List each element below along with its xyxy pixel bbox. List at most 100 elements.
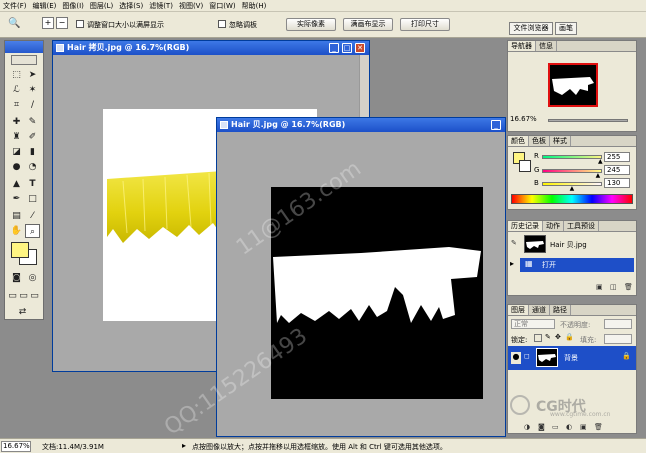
slider-b[interactable]: ▲ <box>542 182 602 192</box>
history-brush-icon[interactable]: ✐ <box>25 130 40 144</box>
tab-swatches[interactable]: 色板 <box>529 136 550 146</box>
minimize-button[interactable]: _ <box>491 120 501 130</box>
layer-mask-icon[interactable]: ◙ <box>538 423 545 431</box>
opacity-field[interactable] <box>604 319 632 329</box>
menu-select[interactable]: 选择(S) <box>116 1 146 11</box>
fit-on-screen-button[interactable]: 满画布显示 <box>343 18 393 31</box>
eraser-tool-icon[interactable]: ◪ <box>9 145 24 159</box>
history-state-marker-icon[interactable]: ▸ <box>510 259 514 268</box>
menu-file[interactable]: 文件(F) <box>0 1 30 11</box>
tab-paths[interactable]: 路径 <box>550 305 571 315</box>
slider-g-handle-icon[interactable]: ▲ <box>596 172 601 179</box>
status-arrow-icon[interactable]: ▸ <box>182 441 186 450</box>
lock-image-icon[interactable]: ✎ <box>545 333 551 341</box>
tab-tool-presets[interactable]: 工具预设 <box>564 221 599 231</box>
menu-help[interactable]: 帮助(H) <box>239 1 270 11</box>
dodge-tool-icon[interactable]: ◔ <box>25 160 40 174</box>
status-zoom-field[interactable]: 16.67% <box>1 441 31 452</box>
slider-r[interactable]: ▲ <box>542 155 603 165</box>
gradient-tool-icon[interactable]: ▮ <box>25 145 40 159</box>
blur-tool-icon[interactable]: ● <box>9 160 24 174</box>
history-state-row[interactable]: ▦ 打开 <box>520 258 634 272</box>
magic-wand-icon[interactable]: ✶ <box>25 83 40 97</box>
screen-mode-2-icon[interactable]: ▭ <box>18 289 29 303</box>
screen-mode-3-icon[interactable]: ▭ <box>29 289 40 303</box>
zoom-in-icon[interactable]: + <box>42 17 54 29</box>
adjustment-layer-icon[interactable]: ◐ <box>566 423 572 431</box>
navigator-thumbnail[interactable] <box>548 63 598 107</box>
navigator-zoom-value[interactable]: 16.67% <box>510 115 537 123</box>
quick-mask-icon[interactable]: ◎ <box>25 271 40 285</box>
tab-color[interactable]: 颜色 <box>508 136 529 146</box>
color-bg-swatch[interactable] <box>519 160 531 172</box>
actual-pixels-button[interactable]: 实际像素 <box>286 18 336 31</box>
brush-tool-icon[interactable]: ✎ <box>25 115 40 129</box>
file-browser-tab[interactable]: 文件浏览器 <box>509 22 553 35</box>
value-r[interactable]: 255 <box>604 152 630 162</box>
lock-position-icon[interactable]: ✥ <box>555 333 561 341</box>
zoom-tool-box-icon[interactable]: ⌕ <box>25 224 40 238</box>
menu-image[interactable]: 图像(I) <box>59 1 87 11</box>
healing-brush-icon[interactable]: ✚ <box>9 115 24 129</box>
snapshot-name[interactable]: Hair 贝.jpg <box>550 240 587 250</box>
value-g[interactable]: 245 <box>604 165 630 175</box>
menu-layer[interactable]: 图层(L) <box>87 1 116 11</box>
new-snapshot-icon[interactable]: ◫ <box>610 283 617 291</box>
type-tool-icon[interactable]: T <box>25 177 40 191</box>
marquee-tool-icon[interactable]: ⬚ <box>9 68 24 82</box>
blend-mode-select[interactable]: 正常 <box>511 319 555 329</box>
imageready-jump-icon[interactable]: ⇄ <box>15 305 30 319</box>
tab-info[interactable]: 信息 <box>536 41 557 51</box>
new-document-icon[interactable]: ▣ <box>596 283 603 291</box>
layer-link-icon[interactable]: ◻ <box>524 352 530 360</box>
zoom-tool-icon[interactable]: 🔍 <box>8 18 20 29</box>
tab-styles[interactable]: 样式 <box>550 136 571 146</box>
brushes-tab[interactable]: 画笔 <box>555 22 577 35</box>
crop-tool-icon[interactable]: ⌗ <box>9 98 24 112</box>
screen-mode-1-icon[interactable]: ▭ <box>7 289 18 303</box>
layer-row-background[interactable]: ● ◻ 背景 🔒 <box>508 346 636 370</box>
delete-state-icon[interactable]: 🗑 <box>624 283 633 291</box>
lasso-tool-icon[interactable]: ℒ <box>9 83 24 97</box>
standard-mode-icon[interactable]: ◙ <box>9 271 24 285</box>
value-b[interactable]: 130 <box>604 178 630 188</box>
canvas-hair-mask[interactable] <box>271 187 483 399</box>
ignore-palettes-checkbox[interactable] <box>218 20 226 28</box>
minimize-button[interactable]: _ <box>329 43 339 53</box>
layer-set-icon[interactable]: ▭ <box>552 423 559 431</box>
menu-filter[interactable]: 滤镜(T) <box>146 1 176 11</box>
menu-edit[interactable]: 编辑(E) <box>30 1 60 11</box>
visibility-eye-icon[interactable]: ● <box>511 352 521 364</box>
foreground-color-swatch[interactable] <box>11 242 29 258</box>
new-layer-icon[interactable]: ▣ <box>580 423 587 431</box>
document-title-bar[interactable]: Hair 贝.jpg @ 16.7%(RGB) <box>217 118 505 132</box>
fill-field[interactable] <box>604 334 632 344</box>
navigator-zoom-slider[interactable] <box>548 119 628 122</box>
color-ramp[interactable] <box>511 194 633 204</box>
tab-navigator[interactable]: 导航器 <box>508 41 536 51</box>
maximize-button[interactable]: □ <box>342 43 352 53</box>
layer-style-icon[interactable]: ◑ <box>524 423 530 431</box>
delete-layer-icon[interactable]: 🗑 <box>594 423 603 431</box>
tab-history[interactable]: 历史记录 <box>508 221 543 231</box>
menu-window[interactable]: 窗口(W) <box>206 1 238 11</box>
document-title-bar[interactable]: Hair 拷贝.jpg @ 16.7%(RGB) <box>53 41 369 55</box>
slider-r-handle-icon[interactable]: ▲ <box>598 158 603 165</box>
clone-stamp-icon[interactable]: ♜ <box>9 130 24 144</box>
shape-tool-icon[interactable]: □ <box>25 192 40 206</box>
tab-actions[interactable]: 动作 <box>543 221 564 231</box>
lock-all-icon[interactable]: 🔒 <box>565 333 574 341</box>
tab-layers[interactable]: 图层 <box>508 305 529 315</box>
tab-channels[interactable]: 通道 <box>529 305 550 315</box>
path-select-icon[interactable]: ▲ <box>9 177 24 191</box>
slice-tool-icon[interactable]: ∕ <box>25 98 40 112</box>
menu-view[interactable]: 视图(V) <box>176 1 206 11</box>
lock-transparency-icon[interactable] <box>534 334 542 342</box>
snapshot-brush-icon[interactable]: ✎ <box>511 239 517 247</box>
notes-tool-icon[interactable]: ▤ <box>9 209 24 223</box>
slider-b-handle-icon[interactable]: ▲ <box>570 185 575 192</box>
resize-windows-checkbox[interactable] <box>76 20 84 28</box>
eyedropper-icon[interactable]: ⁄ <box>25 209 40 223</box>
pen-tool-icon[interactable]: ✒ <box>9 192 24 206</box>
close-button[interactable]: ✕ <box>355 43 365 53</box>
